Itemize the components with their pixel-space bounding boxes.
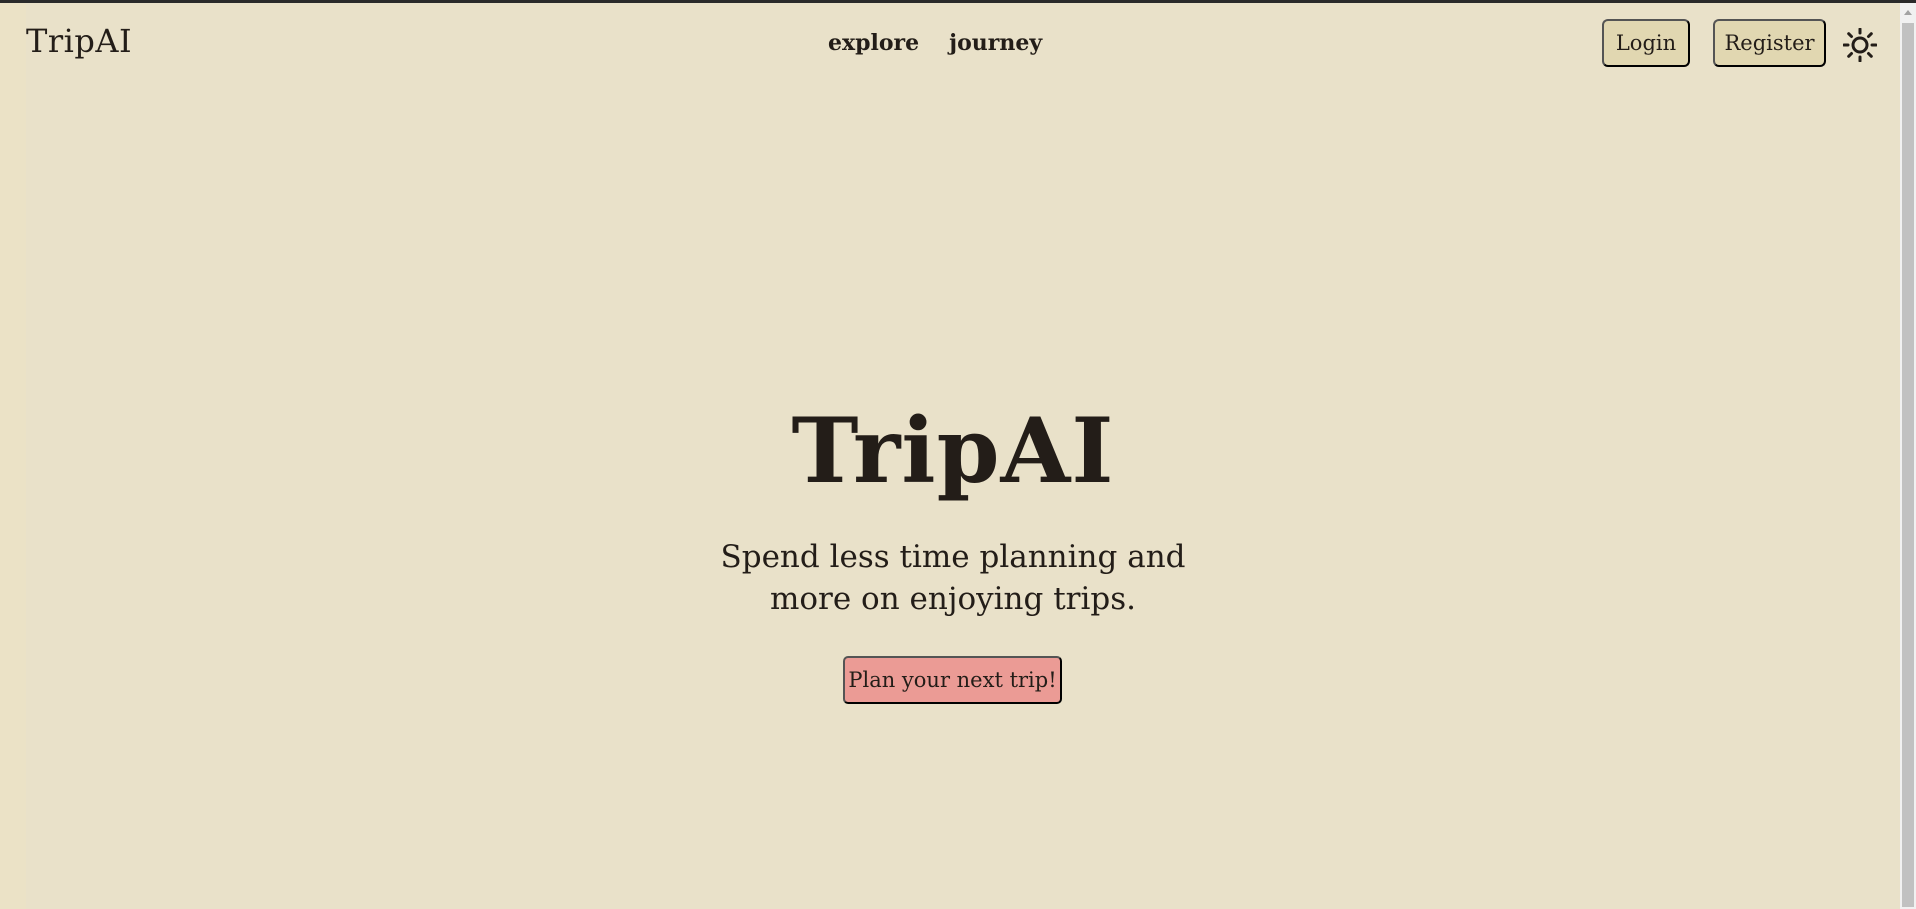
hero-subtitle-line: Spend less time planning and xyxy=(720,539,1186,575)
scroll-up-arrow-icon[interactable] xyxy=(1904,10,1912,15)
plan-trip-button[interactable]: Plan your next trip! xyxy=(843,656,1062,704)
hero-subtitle-line: more on enjoying trips. xyxy=(769,581,1137,617)
hero-subtitle: Spend less time planning and more on enj… xyxy=(0,536,1906,620)
hero-section: TripAI Spend less time planning and more… xyxy=(0,0,1900,909)
hero-title: TripAI xyxy=(791,398,1115,504)
